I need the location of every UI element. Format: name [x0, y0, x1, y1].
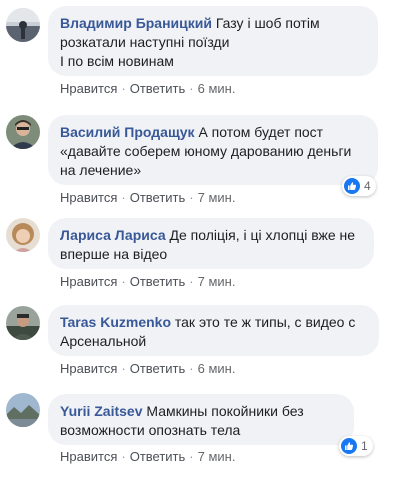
avatar[interactable]	[6, 393, 40, 427]
separator-dot: ·	[121, 361, 126, 376]
reaction-count: 4	[364, 179, 371, 193]
avatar-photo-icon	[6, 115, 40, 149]
comment-text-line: Арсенальной	[60, 333, 147, 349]
comment-actions: Нравится · Ответить · 7 мин.	[60, 449, 235, 465]
avatar-photo-icon	[6, 8, 40, 42]
separator-dot: ·	[189, 361, 194, 376]
comment-author[interactable]: Владимир Браницкий	[60, 15, 212, 31]
comment-timestamp[interactable]: 7 мин.	[198, 190, 236, 205]
comment-text-line: вперше на відео	[60, 246, 168, 262]
avatar-photo-icon	[6, 393, 40, 427]
separator-dot: ·	[121, 190, 126, 205]
comment-text-line: Мамкины покойники без	[146, 403, 304, 419]
separator-dot: ·	[121, 274, 126, 289]
comment-bubble: Лариса Лариса Де поліція, і ці хлопці вж…	[48, 218, 374, 269]
like-link[interactable]: Нравится	[60, 274, 117, 289]
comment-author[interactable]: Лариса Лариса	[60, 227, 166, 243]
comment-timestamp[interactable]: 7 мин.	[198, 449, 236, 464]
comment-actions: Нравится · Ответить · 6 мин.	[60, 81, 235, 97]
comment-actions: Нравится · Ответить · 7 мин.	[60, 190, 235, 206]
avatar[interactable]	[6, 115, 40, 149]
comment-timestamp[interactable]: 6 мин.	[198, 81, 236, 96]
separator-dot: ·	[189, 449, 194, 464]
comment-text-line: І по всім новинам	[60, 53, 174, 69]
separator-dot: ·	[121, 449, 126, 464]
separator-dot: ·	[189, 274, 194, 289]
reply-link[interactable]: Ответить	[130, 361, 186, 376]
comment-timestamp[interactable]: 7 мин.	[198, 274, 236, 289]
comment-author[interactable]: Yurii Zaitsev	[60, 403, 142, 419]
comment-actions: Нравится · Ответить · 7 мин.	[60, 274, 235, 290]
comment-bubble: Василий Продащук А потом будет пост «дав…	[48, 115, 378, 185]
like-link[interactable]: Нравится	[60, 81, 117, 96]
comment-author[interactable]: Taras Kuzmenko	[60, 314, 171, 330]
comment-author[interactable]: Василий Продащук	[60, 124, 195, 140]
avatar-photo-icon	[6, 218, 40, 252]
like-link[interactable]: Нравится	[60, 190, 117, 205]
comment-text-line: «давайте соберем юному дарованию деньги	[60, 143, 352, 159]
thumbs-up-icon	[344, 178, 360, 194]
reply-link[interactable]: Ответить	[130, 274, 186, 289]
comment-text-line: розкатали наступні поїзди	[60, 34, 230, 50]
like-link[interactable]: Нравится	[60, 449, 117, 464]
reaction-summary[interactable]: 1	[339, 436, 373, 456]
reaction-summary[interactable]: 4	[342, 176, 376, 196]
separator-dot: ·	[189, 190, 194, 205]
comment-text-line: так это те ж типы, с видео с	[174, 314, 356, 330]
comment-bubble: Владимир Браницкий Газу і шоб потім розк…	[48, 6, 378, 76]
comments-feed: Владимир Браницкий Газу і шоб потім розк…	[0, 0, 404, 477]
separator-dot: ·	[121, 81, 126, 96]
avatar[interactable]	[6, 306, 40, 340]
reaction-count: 1	[361, 439, 368, 453]
comment-text-line: А потом будет пост	[198, 124, 324, 140]
like-link[interactable]: Нравится	[60, 361, 117, 376]
comment-bubble: Yurii Zaitsev Мамкины покойники без возм…	[48, 394, 354, 445]
comment-text-line: Газу і шоб потім	[215, 15, 320, 31]
comment-timestamp[interactable]: 6 мин.	[198, 361, 236, 376]
avatar[interactable]	[6, 218, 40, 252]
avatar[interactable]	[6, 8, 40, 42]
avatar-photo-icon	[6, 306, 40, 340]
separator-dot: ·	[189, 81, 194, 96]
comment-text-line: на лечение»	[60, 162, 142, 178]
comment-text-line: возможности опознать тела	[60, 422, 241, 438]
reply-link[interactable]: Ответить	[130, 81, 186, 96]
comment-actions: Нравится · Ответить · 6 мин.	[60, 361, 235, 377]
comment-bubble: Taras Kuzmenko так это те ж типы, с виде…	[48, 305, 379, 356]
thumbs-up-icon	[341, 438, 357, 454]
reply-link[interactable]: Ответить	[130, 190, 186, 205]
comment-text-line: Де поліція, і ці хлопці вже не	[169, 227, 356, 243]
reply-link[interactable]: Ответить	[130, 449, 186, 464]
